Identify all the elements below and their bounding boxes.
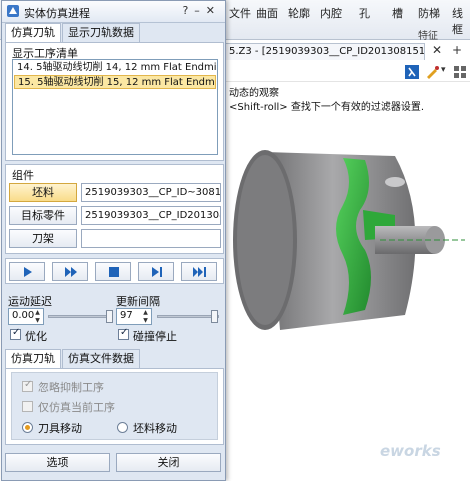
stop-button[interactable] [95,262,131,281]
close-tab-icon[interactable]: ✕ [432,43,442,57]
optimize-checkbox[interactable] [10,327,21,340]
components-group: 组件 坯料 2519039303__CP_ID~308151_坯料.1 目标零件… [5,164,224,254]
ribbon-item-pocket[interactable]: 内腔 [320,5,342,21]
app-icon [7,5,19,17]
current-only-checkbox[interactable] [22,401,33,412]
skip-to-end-button[interactable] [181,262,217,281]
pen-icon[interactable] [425,65,439,79]
ribbon-item-hole[interactable]: 孔 [359,5,370,21]
cursor-icon[interactable] [405,65,419,79]
delay-spinner[interactable]: 0.00 ▲ ▼ [8,308,44,325]
3d-viewport[interactable] [225,110,470,481]
update-slider-thumb[interactable] [211,310,218,323]
optimize-label: 优化 [25,330,47,343]
close-button[interactable]: 关闭 [116,453,221,472]
collision-stop-checkbox[interactable] [118,327,129,340]
ribbon-item-step[interactable]: 防梯 [418,5,440,21]
play-button[interactable] [9,262,45,281]
dialog-titlebar[interactable]: 实体仿真进程 ?–✕ [2,1,225,23]
stock-move-radio[interactable] [117,422,128,433]
tab-simulate-toolpath-bottom[interactable]: 仿真刀轨 [5,349,61,369]
watermark-logo: eworks [380,442,441,460]
spin-up-icon[interactable]: ▲ [33,309,42,316]
ribbon-item-slot[interactable]: 槽 [392,5,403,21]
delay-value: 0.00 [12,310,35,321]
update-slider-track[interactable] [157,315,219,318]
collision-stop-label: 碰撞停止 [133,330,177,343]
stop-icon [109,267,119,277]
list-item[interactable]: 14. 5轴驱动线切削 14, 12 mm Flat Endmill [14,61,216,75]
update-interval-value: 97 [120,310,133,321]
operation-list[interactable]: 14. 5轴驱动线切削 14, 12 mm Flat Endmill 15. 5… [12,59,218,155]
hint-line-orbit: 动态的观察 [229,88,279,99]
tool-move-label: 刀具移动 [38,422,82,435]
grid-icon[interactable] [453,65,467,79]
stock-button[interactable]: 坯料 [9,183,77,202]
operation-group: 显示工序清单 14. 5轴驱动线切削 14, 12 mm Flat Endmil… [5,42,224,161]
update-interval-spinner[interactable]: 97 ▲ ▼ [116,308,152,325]
simulation-dialog: 实体仿真进程 ?–✕ 仿真刀轨 显示刀轨数据 显示工序清单 14. 5轴驱动线切… [1,0,226,481]
ribbon-item-profile[interactable]: 轮廓 [288,5,310,21]
current-only-label: 仅仿真当前工序 [38,401,115,414]
dropdown-arrow-icon[interactable]: ▾ [441,65,446,75]
simulation-options-panel: 忽略抑制工序 仅仿真当前工序 刀具移动 坯料移动 [5,368,224,445]
ribbon-group-label: 特征 [418,31,438,42]
play-icon [24,267,32,277]
spin-down-icon[interactable]: ▼ [33,317,42,324]
motion-options-group: 忽略抑制工序 仅仿真当前工序 刀具移动 坯料移动 [11,372,218,440]
new-tab-icon[interactable]: + [452,43,462,57]
ribbon-item-surface[interactable]: 曲面 [256,5,278,21]
target-part-button[interactable]: 目标零件 [9,206,77,225]
skip-to-end-icon [193,267,206,277]
step-forward-button[interactable] [138,262,174,281]
fixture-button[interactable]: 刀架 [9,229,77,248]
spin-up-icon[interactable]: ▲ [141,309,150,316]
document-tab[interactable]: 5.Z3 - [2519039303__CP_ID201308151_CAM] [225,43,425,60]
tab-simulation-file-data[interactable]: 仿真文件数据 [62,349,140,368]
stock-move-label: 坯料移动 [133,422,177,435]
ribbon-item-wireframe[interactable]: 线框 [452,5,470,37]
step-forward-icon [152,267,162,277]
update-interval-label: 更新间隔 [116,295,160,308]
fast-forward-icon [65,267,77,277]
close-icon[interactable]: ✕ [206,4,221,17]
options-button[interactable]: 选项 [5,453,110,472]
help-icon[interactable]: ? [182,4,194,17]
fast-forward-button[interactable] [52,262,88,281]
tool-move-radio[interactable] [22,422,33,433]
ignore-suppressed-label: 忽略抑制工序 [38,381,104,394]
ignore-suppressed-checkbox[interactable] [22,379,33,392]
components-title: 组件 [12,169,34,182]
delay-label: 运动延迟 [8,295,52,308]
workpiece-model [233,150,465,330]
target-part-field[interactable]: 2519039303__CP_ID201308151 [81,206,221,225]
simulation-settings: 运动延迟 更新间隔 0.00 ▲ ▼ 97 ▲ ▼ 优化 碰撞停止 [5,287,224,347]
fixture-field[interactable] [81,229,221,248]
spin-down-icon[interactable]: ▼ [141,317,150,324]
top-tab-strip: 仿真刀轨 显示刀轨数据 [5,23,224,43]
view-toolbar: ▾ [225,62,470,82]
ribbon-item-file[interactable]: 文件 [229,5,251,21]
dialog-title: 实体仿真进程 [24,7,90,20]
delay-slider-track[interactable] [48,315,112,318]
tab-toolpath-data[interactable]: 显示刀轨数据 [62,23,140,42]
list-item-selected[interactable]: 15. 5轴驱动线切削 15, 12 mm Flat Endmill [14,75,216,89]
stock-field[interactable]: 2519039303__CP_ID~308151_坯料.1 [81,183,221,202]
bottom-tab-strip: 仿真刀轨 仿真文件数据 [5,349,224,369]
delay-slider-thumb[interactable] [106,310,113,323]
tab-simulate-toolpath[interactable]: 仿真刀轨 [5,23,61,43]
playback-controls [5,258,224,284]
minimize-icon[interactable]: – [194,4,206,17]
